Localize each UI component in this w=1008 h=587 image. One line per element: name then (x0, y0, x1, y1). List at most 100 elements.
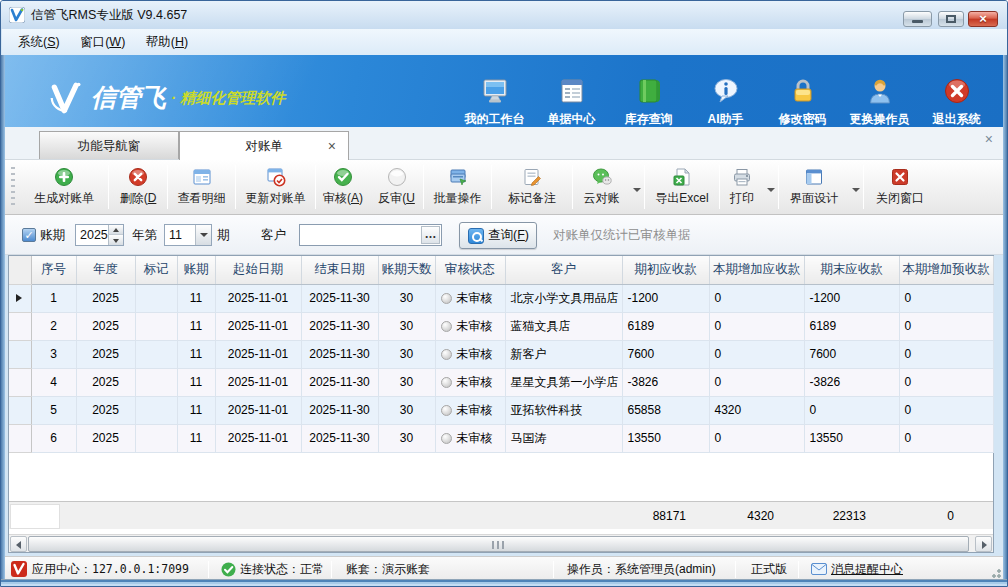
column-header[interactable]: 期初应收款 (622, 256, 709, 284)
cell: 11 (177, 424, 215, 452)
dropdown-arrow-icon[interactable] (195, 225, 211, 245)
scroll-right-icon[interactable] (975, 536, 992, 552)
cell: 0 (899, 424, 993, 452)
table-row[interactable]: 52025112025-11-012025-11-3030未审核亚拓软件科技65… (9, 396, 993, 424)
status-sphere-icon (441, 349, 452, 360)
menu-help[interactable]: 帮助(H) (138, 29, 196, 55)
add-icon (54, 167, 74, 187)
row-selector[interactable] (9, 312, 31, 340)
cell: 0 (804, 396, 899, 424)
column-header[interactable]: 结束日期 (301, 256, 378, 284)
generate-statement-button[interactable]: 生成对账单 (20, 162, 108, 212)
column-header[interactable]: 序号 (31, 256, 76, 284)
document-center-button[interactable]: 单据中心 (533, 77, 610, 127)
spin-down-icon[interactable] (108, 235, 123, 245)
table-row[interactable]: 32025112025-11-012025-11-3030未审核新客户76000… (9, 340, 993, 368)
column-header[interactable]: 本期增加预收款 (899, 256, 993, 284)
switch-operator-button[interactable]: 更换操作员 (841, 77, 918, 127)
exit-system-button[interactable]: 退出系统 (918, 77, 995, 127)
cloud-reconcile-button[interactable]: 云对账 (573, 162, 644, 212)
row-selector[interactable] (9, 424, 31, 452)
cell: 0 (709, 368, 804, 396)
cell: 11 (177, 368, 215, 396)
update-statement-button[interactable]: 更新对账单 (236, 162, 315, 212)
menu-window[interactable]: 窗口(W) (72, 29, 133, 55)
change-password-button[interactable]: 修改密码 (764, 77, 841, 127)
cell: -3826 (622, 368, 709, 396)
brand-name: 信管飞 (91, 81, 166, 114)
column-header[interactable]: 标记 (135, 256, 177, 284)
table-row[interactable]: 12025112025-11-012025-11-3030未审核北京小学文具用品… (9, 284, 993, 312)
window-frame-left (1, 55, 5, 586)
workstation-button[interactable]: 我的工作台 (456, 77, 533, 127)
maximize-button[interactable] (938, 11, 964, 27)
query-button[interactable]: 查询(F) (459, 222, 537, 249)
cell: 星星文具第一小学店 (505, 368, 622, 396)
column-header[interactable]: 年度 (76, 256, 135, 284)
horizontal-scrollbar[interactable] (9, 534, 993, 552)
summary-opening: 88171 (622, 502, 686, 530)
column-header[interactable]: 审核状态 (435, 256, 505, 284)
brand-logo-icon (49, 80, 85, 116)
status-sphere-icon (441, 293, 452, 304)
column-header[interactable]: 期末应收款 (804, 256, 899, 284)
export-excel-button[interactable]: 导出Excel (645, 162, 719, 212)
view-detail-button[interactable]: 查看明细 (168, 162, 235, 212)
tab-navigator[interactable]: 功能导航窗 (39, 131, 179, 160)
print-button[interactable]: 打印 (720, 162, 778, 212)
inventory-query-button[interactable]: 库存查询 (610, 77, 687, 127)
cell: 2025-11-01 (215, 424, 301, 452)
close-button[interactable]: × (968, 11, 998, 27)
status-sphere-icon (441, 405, 452, 416)
table-row[interactable]: 42025112025-11-012025-11-3030未审核星星文具第一小学… (9, 368, 993, 396)
cell: 2025 (76, 284, 135, 312)
approve-button[interactable]: 审核(A) (316, 162, 370, 212)
column-header[interactable]: 本期增加应收款 (709, 256, 804, 284)
batch-operation-button[interactable]: 批量操作 (424, 162, 491, 212)
tabbar-close-icon[interactable]: × (985, 131, 993, 147)
resize-grip[interactable] (989, 566, 1001, 578)
scrollbar-thumb[interactable] (28, 536, 969, 552)
mark-note-button[interactable]: 标记备注 (492, 162, 572, 212)
column-header[interactable]: 客户 (505, 256, 622, 284)
tab-close-icon[interactable]: × (328, 132, 336, 160)
brand-slogan: · 精细化管理软件 (171, 89, 285, 108)
unapprove-button[interactable]: 反审(U (370, 162, 423, 212)
cell: 2025-11-30 (301, 396, 378, 424)
period-checkbox[interactable]: ✓ (22, 228, 36, 242)
cell: 2025-11-30 (301, 312, 378, 340)
scroll-left-icon[interactable] (10, 536, 27, 552)
ai-assistant-button[interactable]: AI助手 (687, 77, 764, 127)
delete-button[interactable]: 删除(D (109, 162, 167, 212)
cell: 2025-11-01 (215, 284, 301, 312)
column-header[interactable]: 账期 (177, 256, 215, 284)
search-icon (468, 228, 484, 244)
tab-statement[interactable]: 对账单× (179, 131, 349, 160)
row-selector[interactable] (9, 340, 31, 368)
toolbar-grip[interactable] (11, 167, 15, 207)
table-row[interactable]: 22025112025-11-012025-11-3030未审核蓝猫文具店618… (9, 312, 993, 340)
toolbar: 生成对账单 删除(D 查看明细 更新对账单 审核(A) 反审(U 批量操作 (5, 159, 1005, 215)
spin-up-icon[interactable] (108, 225, 123, 235)
close-window-button[interactable]: 关闭窗口 (864, 162, 936, 212)
cell: 2025-11-30 (301, 340, 378, 368)
column-header[interactable]: 起始日期 (215, 256, 301, 284)
customer-input[interactable]: … (299, 224, 442, 246)
table-row[interactable]: 62025112025-11-012025-11-3030未审核马国涛13550… (9, 424, 993, 452)
cell: -1200 (622, 284, 709, 312)
year-spinner[interactable]: 2025 (75, 224, 124, 246)
customer-picker-button[interactable]: … (421, 226, 440, 244)
cell: 马国涛 (505, 424, 622, 452)
ui-design-button[interactable]: 界面设计 (779, 162, 863, 212)
row-selector[interactable] (9, 284, 31, 312)
row-selector[interactable] (9, 368, 31, 396)
row-selector[interactable] (9, 396, 31, 424)
mark-note-icon (522, 167, 542, 187)
column-header[interactable]: 账期天数 (378, 256, 435, 284)
minimize-button[interactable] (903, 11, 932, 27)
cell: 30 (378, 396, 435, 424)
menu-system[interactable]: 系统(S) (10, 29, 68, 55)
cell: 5 (31, 396, 76, 424)
window-frame-right (1003, 55, 1007, 586)
period-select[interactable]: 11 (164, 224, 212, 246)
